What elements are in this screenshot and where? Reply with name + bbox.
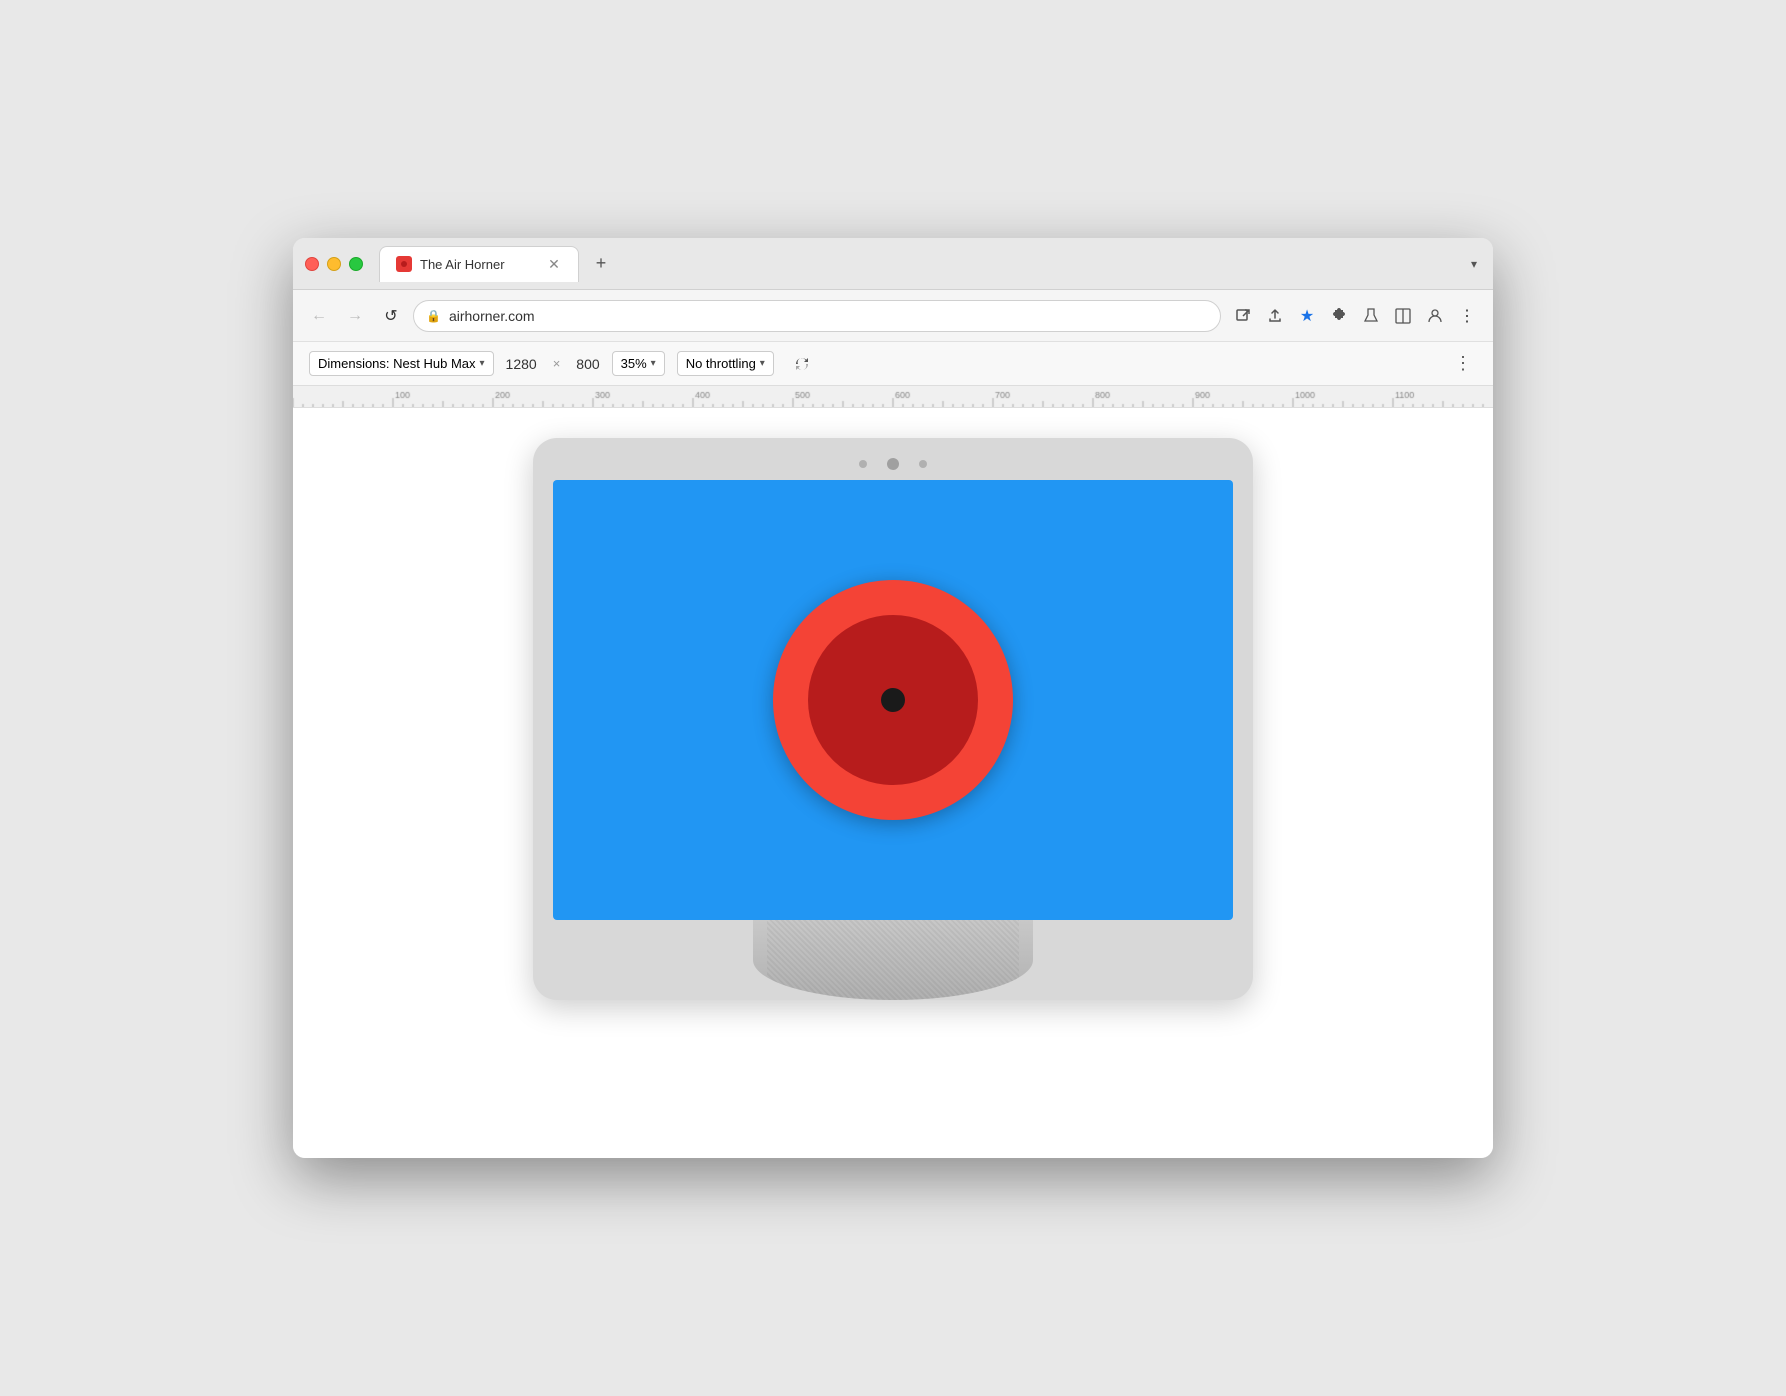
share-button[interactable]	[1261, 302, 1289, 330]
rotate-button[interactable]	[786, 348, 818, 380]
devtools-toolbar: Dimensions: Nest Hub Max ▾ 1280 × 800 35…	[293, 342, 1493, 386]
share-icon	[1267, 308, 1283, 324]
horn-button[interactable]	[773, 580, 1013, 820]
device-label: Dimensions: Nest Hub Max	[318, 356, 476, 371]
title-bar: The Air Horner ✕ + ▾	[293, 238, 1493, 290]
device-camera	[887, 458, 899, 470]
viewport-width[interactable]: 1280	[506, 356, 537, 372]
refresh-button[interactable]: ↺	[377, 302, 405, 330]
device-indicator-right	[919, 460, 927, 468]
horn-center-dot	[881, 688, 905, 712]
tab-close-button[interactable]: ✕	[546, 256, 562, 272]
open-external-button[interactable]	[1229, 302, 1257, 330]
forward-icon: →	[347, 307, 363, 325]
device-base	[753, 920, 1033, 1000]
horn-outer-ring	[773, 580, 1013, 820]
rotate-icon	[792, 354, 812, 374]
device-top-bar	[553, 458, 1233, 470]
browser-tab[interactable]: The Air Horner ✕	[379, 246, 579, 282]
tab-list-chevron[interactable]: ▾	[1467, 253, 1481, 275]
vertical-dots-icon: ⋮	[1459, 306, 1475, 326]
external-link-icon	[1235, 308, 1251, 324]
viewport-area	[293, 408, 1493, 1158]
device-dropdown-icon: ▾	[480, 358, 485, 369]
viewport-height[interactable]: 800	[576, 356, 599, 372]
air-horner-app	[553, 480, 1233, 920]
layout-icon	[1395, 308, 1411, 324]
device-selector[interactable]: Dimensions: Nest Hub Max ▾	[309, 351, 494, 376]
profile-button[interactable]	[1421, 302, 1449, 330]
puzzle-icon	[1331, 308, 1347, 324]
devtools-more-icon: ⋮	[1454, 353, 1472, 374]
ruler-canvas	[293, 386, 1493, 408]
viewport-ruler	[293, 386, 1493, 408]
throttle-dropdown-icon: ▾	[760, 358, 765, 369]
navigation-bar: ← → ↺ 🔒 airhorner.com	[293, 290, 1493, 342]
address-bar[interactable]: 🔒 airhorner.com	[413, 300, 1221, 332]
nav-icon-group: ★	[1229, 302, 1481, 330]
bookmark-button[interactable]: ★	[1293, 302, 1321, 330]
close-button[interactable]	[305, 257, 319, 271]
new-tab-button[interactable]: +	[587, 250, 615, 278]
devtools-more-button[interactable]: ⋮	[1449, 350, 1477, 378]
tab-favicon	[396, 256, 412, 272]
device-screen[interactable]	[553, 480, 1233, 920]
zoom-value: 35%	[621, 356, 647, 371]
throttle-value: No throttling	[686, 356, 756, 371]
tab-title: The Air Horner	[420, 257, 538, 272]
forward-button[interactable]: →	[341, 302, 369, 330]
throttle-selector[interactable]: No throttling ▾	[677, 351, 774, 376]
layout-button[interactable]	[1389, 302, 1417, 330]
browser-window: The Air Horner ✕ + ▾ ← → ↺ 🔒 airhorner.c…	[293, 238, 1493, 1158]
lock-icon: 🔒	[426, 309, 441, 323]
refresh-icon: ↺	[384, 306, 397, 326]
back-button[interactable]: ←	[305, 302, 333, 330]
url-text: airhorner.com	[449, 308, 1208, 324]
more-options-button[interactable]: ⋮	[1453, 302, 1481, 330]
traffic-lights	[305, 257, 363, 271]
zoom-dropdown-icon: ▾	[651, 358, 656, 369]
back-icon: ←	[311, 307, 327, 325]
star-icon: ★	[1300, 306, 1314, 326]
zoom-selector[interactable]: 35% ▾	[612, 351, 665, 376]
maximize-button[interactable]	[349, 257, 363, 271]
tab-bar: The Air Horner ✕ + ▾	[379, 246, 1481, 282]
device-mockup	[533, 438, 1253, 1000]
minimize-button[interactable]	[327, 257, 341, 271]
labs-button[interactable]	[1357, 302, 1385, 330]
dimension-separator: ×	[553, 356, 561, 371]
flask-icon	[1363, 308, 1379, 324]
person-icon	[1427, 308, 1443, 324]
device-indicator-left	[859, 460, 867, 468]
extensions-button[interactable]	[1325, 302, 1353, 330]
horn-inner-ring	[808, 615, 978, 785]
